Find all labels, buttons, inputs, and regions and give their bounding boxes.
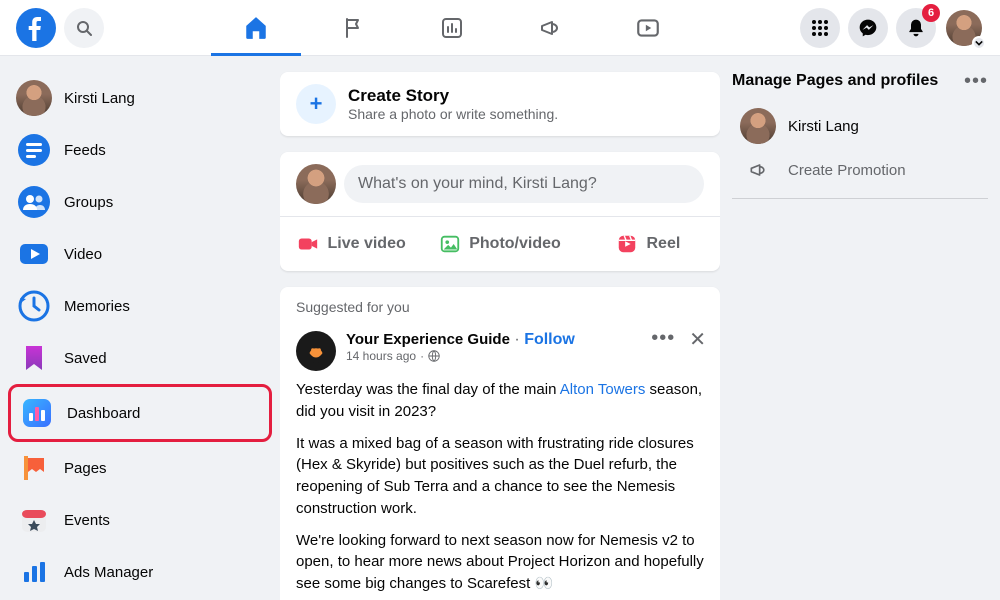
notification-badge: 6 [922,4,940,22]
messenger-button[interactable] [848,8,888,48]
sidebar-item-label: Memories [64,298,130,315]
dashboard-icon [19,395,55,431]
create-promotion-button[interactable]: Create Promotion [732,152,988,188]
saved-icon [16,340,52,376]
live-video-icon [297,233,319,255]
sidebar-item-label: Pages [64,460,107,477]
create-story-subtitle: Share a photo or write something. [348,106,558,122]
composer-card: What's on your mind, Kirsti Lang? Live v… [280,152,720,271]
live-video-button[interactable]: Live video [286,223,417,265]
events-icon [16,502,52,538]
sidebar-item-label: Groups [64,194,113,211]
topbar-center-nav [104,2,800,54]
sidebar-item-label: Ads Manager [64,564,153,581]
bell-icon [906,18,926,38]
suggested-post-card: Suggested for you Your Experience Guide … [280,287,720,600]
post-page-avatar[interactable] [296,331,336,371]
globe-icon [428,350,440,362]
tab-stats[interactable] [407,2,497,54]
search-icon [76,20,92,36]
managed-profile[interactable]: Kirsti Lang [732,100,988,152]
composer-input[interactable]: What's on your mind, Kirsti Lang? [344,165,704,203]
video-screen-icon [635,15,661,41]
manage-pages-title: Manage Pages and profiles [732,72,938,90]
profile-name: Kirsti Lang [64,90,135,107]
reel-icon [616,233,638,255]
suggested-label: Suggested for you [280,287,720,319]
alton-towers-link[interactable]: Alton Towers [560,381,646,398]
photo-video-label: Photo/video [469,235,561,253]
groups-icon [16,184,52,220]
left-sidebar: Kirsti Lang Feeds Groups Video Memories … [0,56,280,600]
search-button[interactable] [64,8,104,48]
pages-icon [16,450,52,486]
topbar-right: 6 [800,8,984,48]
layout: Kirsti Lang Feeds Groups Video Memories … [0,0,1000,600]
menu-button[interactable] [800,8,840,48]
photo-icon [439,233,461,255]
plus-icon: + [296,84,336,124]
sidebar-item-saved[interactable]: Saved [8,332,272,384]
sidebar-item-events[interactable]: Events [8,494,272,546]
photo-video-button[interactable]: Photo/video [429,223,571,265]
grid-icon [810,18,830,38]
main-feed: + Create Story Share a photo or write so… [280,56,720,600]
sidebar-item-groups[interactable]: Groups [8,176,272,228]
tab-megaphone[interactable] [505,2,595,54]
sidebar-item-feeds[interactable]: Feeds [8,124,272,176]
sidebar-item-label: Saved [64,350,107,367]
feeds-icon [16,132,52,168]
top-bar: 6 [0,0,1000,56]
tab-flag[interactable] [309,2,399,54]
divider [732,198,988,199]
sidebar-item-pages[interactable]: Pages [8,442,272,494]
managed-profile-avatar [740,108,776,144]
post-menu-button[interactable]: ••• [651,333,675,347]
post-page-name[interactable]: Your Experience Guide [346,331,510,348]
memories-icon [16,288,52,324]
create-promotion-label: Create Promotion [788,162,906,179]
flag-icon [342,16,366,40]
megaphone-icon [740,160,776,180]
create-story-title: Create Story [348,86,558,106]
live-video-label: Live video [327,235,405,253]
manage-pages-menu[interactable]: ••• [964,76,988,86]
sidebar-item-label: Video [64,246,102,263]
post-time: 14 hours ago [346,349,416,363]
sidebar-profile[interactable]: Kirsti Lang [8,72,272,124]
composer-avatar[interactable] [296,164,336,204]
topbar-left [16,8,104,48]
account-menu[interactable] [944,8,984,48]
sidebar-item-memories[interactable]: Memories [8,280,272,332]
sidebar-item-label: Events [64,512,110,529]
reel-label: Reel [646,235,680,253]
video-icon [16,236,52,272]
home-icon [243,15,269,41]
chevron-down-icon [972,36,986,50]
tab-home[interactable] [211,2,301,54]
sidebar-item-ads[interactable]: Ads Manager [8,546,272,598]
notifications-button[interactable]: 6 [896,8,936,48]
reel-button[interactable]: Reel [583,223,714,265]
ads-icon [16,554,52,590]
follow-link[interactable]: Follow [524,331,575,348]
sidebar-item-dashboard[interactable]: Dashboard [8,384,272,442]
right-panel: Manage Pages and profiles ••• Kirsti Lan… [720,56,1000,600]
messenger-icon [858,18,878,38]
facebook-logo[interactable] [16,8,56,48]
megaphone-icon [538,16,562,40]
sidebar-item-label: Dashboard [67,405,140,422]
bar-chart-icon [440,16,464,40]
post-header: Your Experience Guide · Follow 14 hours … [280,319,720,379]
profile-avatar [16,80,52,116]
managed-profile-name: Kirsti Lang [788,118,859,135]
create-story-card[interactable]: + Create Story Share a photo or write so… [280,72,720,136]
tab-video[interactable] [603,2,693,54]
sidebar-item-label: Feeds [64,142,106,159]
post-close-button[interactable]: ✕ [689,333,706,347]
post-body: Yesterday was the final day of the main … [280,379,720,600]
sidebar-item-video[interactable]: Video [8,228,272,280]
